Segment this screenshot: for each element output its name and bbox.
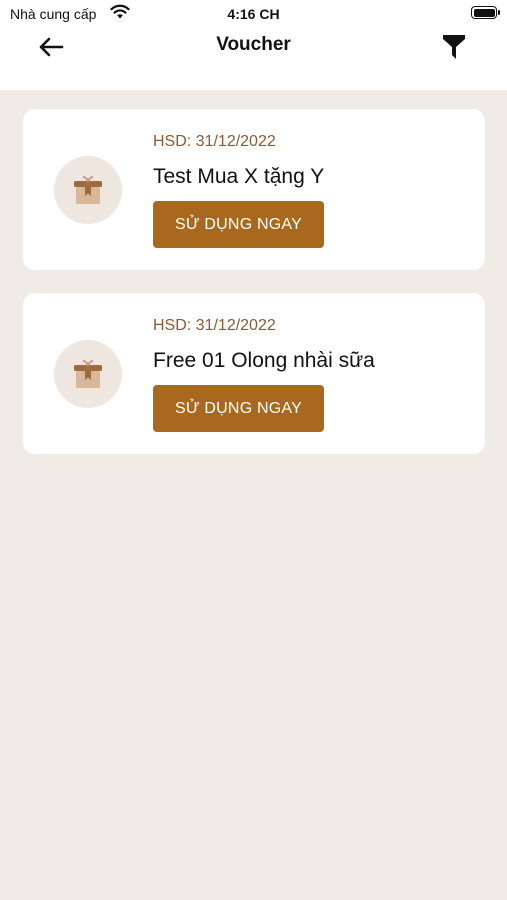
use-now-button[interactable]: SỬ DỤNG NGAY: [153, 385, 324, 432]
page-title: Voucher: [216, 34, 291, 55]
voucher-card: HSD: 31/12/2022 Test Mua X tặng Y SỬ DỤN…: [23, 109, 485, 270]
gift-box-icon: [74, 360, 102, 388]
gift-box-icon: [74, 176, 102, 204]
use-now-button[interactable]: SỬ DỤNG NGAY: [153, 201, 324, 248]
gift-icon-badge: [54, 340, 122, 408]
voucher-card: HSD: 31/12/2022 Free 01 Olong nhài sữa S…: [23, 293, 485, 454]
voucher-title: Free 01 Olong nhài sữa: [153, 349, 375, 372]
status-bar: Nhà cung cấp 4:16 CH: [0, 0, 507, 28]
voucher-title: Test Mua X tặng Y: [153, 165, 325, 188]
voucher-expiry: HSD: 31/12/2022: [153, 133, 276, 150]
status-time: 4:16 CH: [227, 6, 280, 22]
navigation-bar: Voucher: [0, 28, 507, 90]
filter-icon: [443, 35, 465, 59]
battery-icon: [471, 6, 500, 19]
voucher-expiry: HSD: 31/12/2022: [153, 317, 276, 334]
gift-icon-badge: [54, 156, 122, 224]
filter-button[interactable]: [439, 32, 469, 62]
voucher-list: HSD: 31/12/2022 Test Mua X tặng Y SỬ DỤN…: [23, 109, 485, 477]
